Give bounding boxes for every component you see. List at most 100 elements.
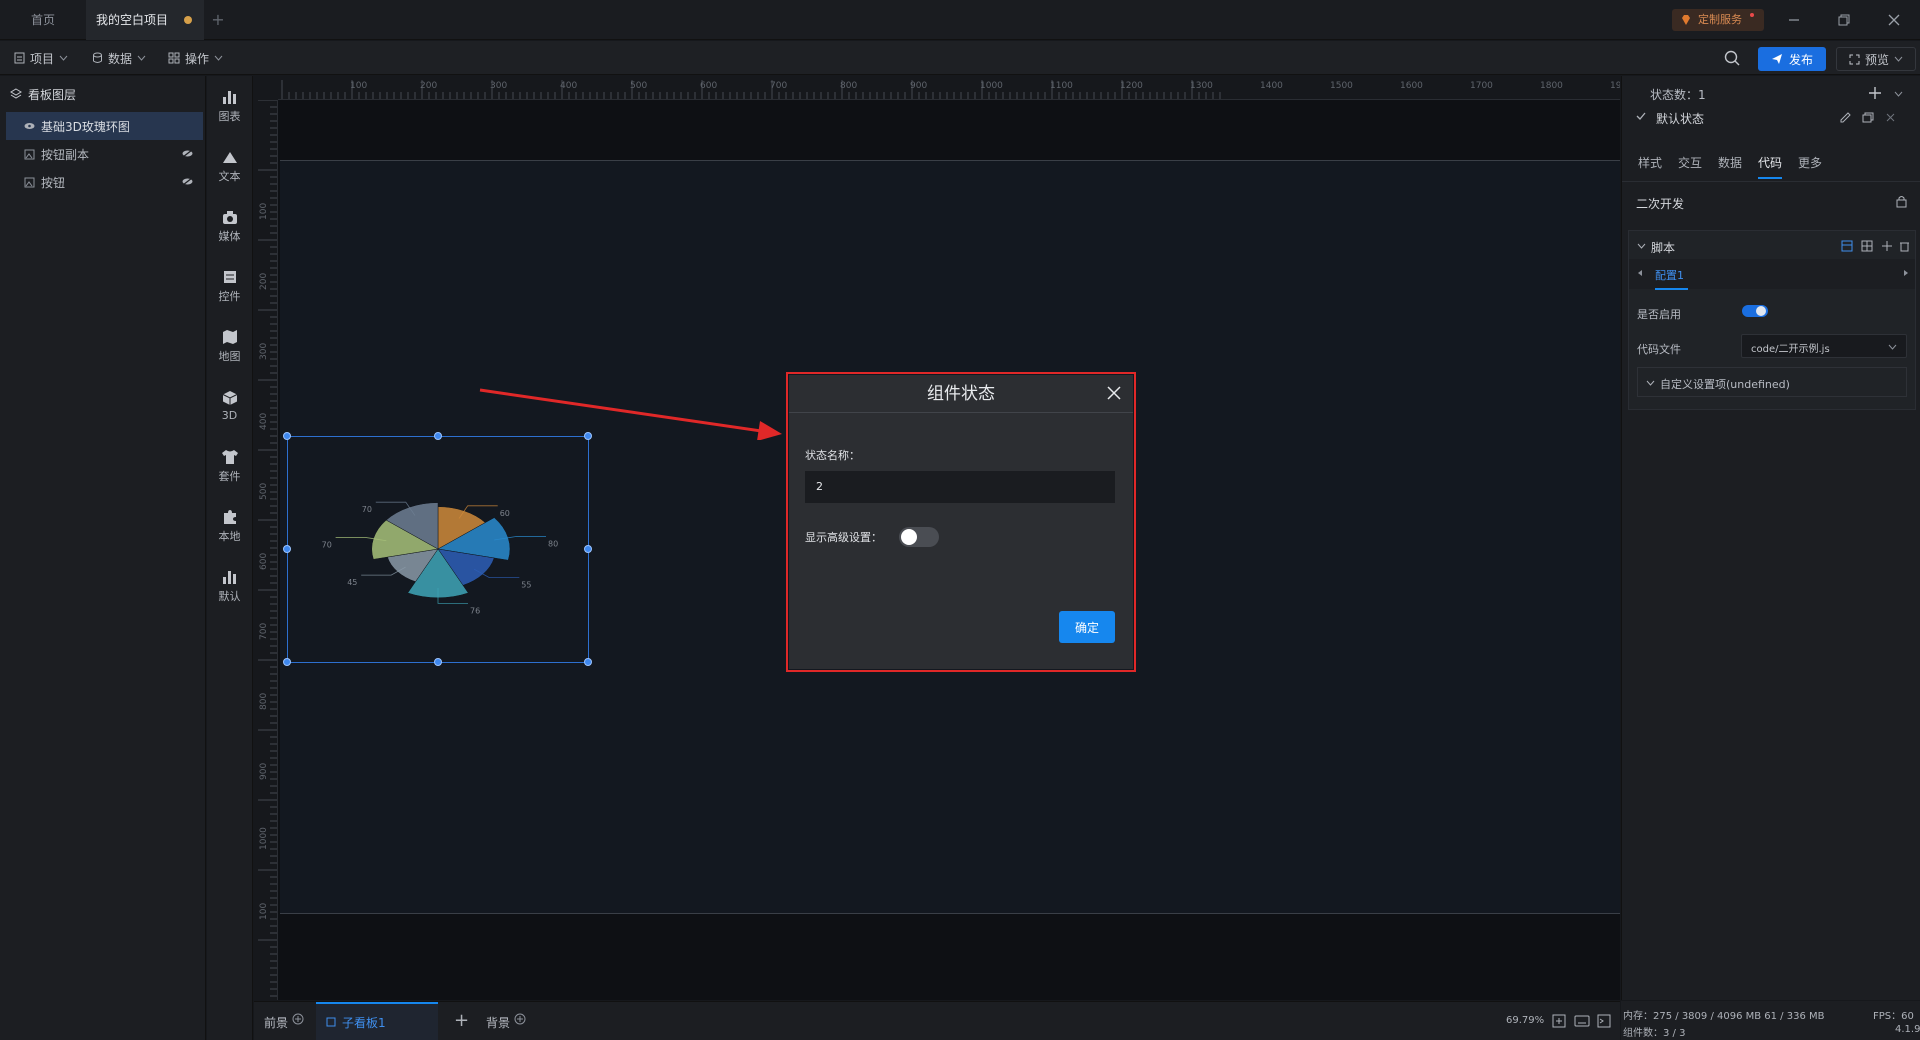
subboard-label: 子看板1 — [342, 1015, 386, 1030]
tab-home[interactable]: 首页 — [0, 0, 86, 40]
subboard-tab[interactable]: 子看板1 — [316, 1002, 438, 1040]
add-icon[interactable] — [1881, 240, 1893, 252]
vertical-ruler[interactable]: 100 200 300 400 500 600 700 800 900 1000 100 — [254, 100, 278, 1000]
tab-interaction[interactable]: 交互 — [1678, 154, 1702, 171]
default-state-row[interactable]: 默认状态 — [1622, 100, 1920, 128]
copy-icon[interactable] — [1862, 112, 1874, 123]
layer-item-button[interactable]: 按钮 — [0, 168, 205, 196]
resize-handle[interactable] — [283, 432, 291, 440]
component-local[interactable]: 本地 — [207, 496, 252, 556]
config-tab-1[interactable]: 配置1 — [1655, 267, 1688, 290]
selected-chart-component[interactable]: 60 80 55 76 45 70 70 — [283, 432, 592, 666]
layer-item-label: 基础3D玫瑰环图 — [41, 119, 130, 134]
tab-style[interactable]: 样式 — [1638, 154, 1662, 171]
data-label: 80 — [548, 540, 558, 549]
add-tab-button[interactable]: + — [206, 0, 230, 40]
lock-icon[interactable] — [1896, 195, 1907, 208]
ruler-label: 1400 — [1260, 81, 1283, 91]
ruler-label: 1800 — [1540, 81, 1563, 91]
resize-handle[interactable] — [434, 658, 442, 666]
restore-icon — [1838, 14, 1850, 26]
tab-project[interactable]: 我的空白项目 — [86, 0, 204, 40]
component-text[interactable]: 文本 — [207, 136, 252, 196]
resize-handle[interactable] — [434, 432, 442, 440]
add-state-icon[interactable] — [1868, 86, 1882, 100]
background-tab[interactable]: 背景 — [486, 1013, 526, 1031]
search-button[interactable] — [1724, 50, 1740, 66]
menu-bar: 项目 数据 操作 发布 预览 — [0, 41, 1920, 75]
component-chart[interactable]: 图表 — [207, 76, 252, 136]
tab-data[interactable]: 数据 — [1718, 154, 1742, 171]
hidden-eye-icon[interactable] — [182, 149, 193, 158]
notification-dot — [1750, 13, 1754, 17]
advanced-settings-toggle[interactable] — [899, 527, 939, 547]
preview-button[interactable]: 预览 — [1836, 47, 1916, 71]
control-icon — [223, 270, 236, 283]
trash-icon[interactable] — [1899, 240, 1910, 252]
rose-pie-chart: 60 80 55 76 45 70 70 — [322, 501, 558, 615]
data-label: 76 — [470, 606, 480, 615]
horizontal-ruler[interactable]: 100 200 300 400 500 600 700 800 900 1000 1100 1200 1… — [278, 76, 1620, 100]
component-map[interactable]: 地图 — [207, 316, 252, 376]
version: 4.1.9 — [1895, 1024, 1920, 1035]
file-icon — [14, 52, 25, 64]
data-label: 60 — [500, 509, 510, 518]
minimize-button[interactable] — [1778, 8, 1810, 32]
resize-handle[interactable] — [584, 658, 592, 666]
component-kit[interactable]: 套件 — [207, 436, 252, 496]
dialog-header: 组件状态 — [789, 375, 1133, 413]
edit-icon[interactable] — [1840, 112, 1851, 123]
component-3d[interactable]: 3D — [207, 376, 252, 436]
state-name-input[interactable]: 2 — [805, 471, 1115, 503]
table-icon[interactable] — [1861, 240, 1873, 252]
menu-project[interactable]: 项目 — [14, 41, 68, 75]
layers-icon — [10, 88, 22, 99]
image-icon — [24, 177, 35, 187]
zoom-level[interactable]: 69.79% — [1506, 1015, 1544, 1026]
ruler-label: 300 — [490, 81, 507, 91]
config-tabs-row: 配置1 — [1629, 259, 1915, 290]
restore-button[interactable] — [1828, 8, 1860, 32]
component-default[interactable]: 默认 — [207, 556, 252, 616]
foreground-tab[interactable]: 前景 — [264, 1013, 304, 1031]
chevron-down-icon[interactable] — [1894, 91, 1903, 97]
memory-status: 内存：275 / 3809 / 4096 MB 61 / 336 MB — [1623, 1011, 1825, 1022]
fit-screen-icon[interactable] — [1552, 1014, 1566, 1028]
tab-more[interactable]: 更多 — [1798, 154, 1822, 171]
publish-button[interactable]: 发布 — [1758, 47, 1826, 71]
gem-icon — [1680, 14, 1692, 26]
component-media[interactable]: 媒体 — [207, 196, 252, 256]
ruler-label: 200 — [420, 81, 437, 91]
add-subboard-button[interactable]: + — [454, 1010, 469, 1031]
tab-code[interactable]: 代码 — [1758, 154, 1783, 179]
terminal-icon[interactable] — [1597, 1014, 1611, 1028]
chevron-right-icon[interactable] — [1903, 269, 1909, 277]
camera-icon — [222, 210, 237, 224]
ruler-label: 1000 — [980, 81, 1003, 91]
layer-item-button-copy[interactable]: 按钮副本 — [0, 140, 205, 168]
code-file-select[interactable]: code/二开示例.js — [1741, 334, 1907, 358]
toggle-knob — [1756, 306, 1766, 316]
resize-handle[interactable] — [584, 545, 592, 553]
hidden-eye-icon[interactable] — [182, 177, 193, 186]
layout-icon[interactable] — [1841, 240, 1853, 252]
chevron-down-icon — [1894, 56, 1903, 62]
custom-settings-row[interactable]: 自定义设置项(undefined) — [1637, 367, 1907, 397]
confirm-button[interactable]: 确定 — [1059, 611, 1115, 643]
chevron-left-icon[interactable] — [1637, 269, 1643, 277]
chevron-down-icon[interactable] — [1637, 243, 1646, 249]
layer-item-rose-chart[interactable]: 基础3D玫瑰环图 — [6, 112, 203, 140]
menu-data[interactable]: 数据 — [92, 41, 146, 75]
resize-handle[interactable] — [283, 658, 291, 666]
close-icon[interactable] — [1886, 113, 1895, 122]
menu-operation[interactable]: 操作 — [168, 41, 223, 75]
close-window-button[interactable] — [1878, 8, 1910, 32]
enabled-toggle[interactable] — [1742, 305, 1768, 317]
dialog-close-button[interactable] — [1107, 386, 1121, 400]
layer-panel: 看板图层 基础3D玫瑰环图 按钮副本 按钮 — [0, 76, 206, 1040]
resize-handle[interactable] — [283, 545, 291, 553]
keyboard-icon[interactable] — [1574, 1015, 1590, 1027]
custom-service-button[interactable]: 定制服务 — [1672, 9, 1764, 31]
chevron-down-icon — [59, 55, 68, 61]
component-control[interactable]: 控件 — [207, 256, 252, 316]
